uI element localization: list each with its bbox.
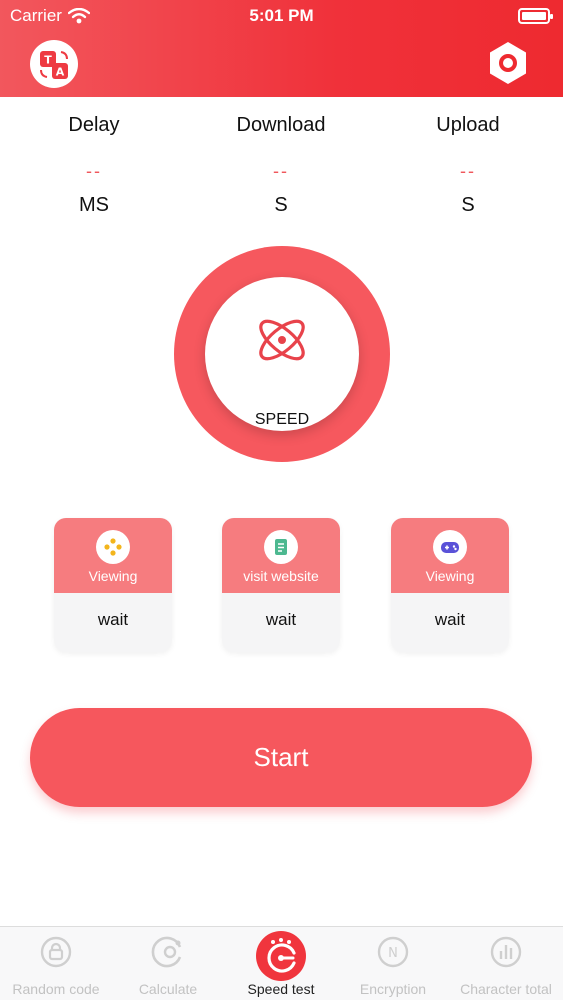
- website-icon: [264, 530, 298, 564]
- card-status: wait: [434, 610, 466, 629]
- stat-download: Download -- S: [187, 110, 375, 220]
- stat-unit: S: [274, 194, 288, 216]
- card-title: Viewing: [425, 568, 475, 584]
- card-header: Viewing: [54, 518, 172, 593]
- stat-unit: MS: [79, 194, 109, 216]
- character-total-icon: [490, 936, 522, 968]
- settings-button[interactable]: [485, 40, 531, 86]
- battery-icon: [518, 8, 553, 24]
- translate-icon: T A: [40, 51, 68, 79]
- card-title: Viewing: [88, 568, 138, 584]
- stat-delay: Delay -- MS: [0, 110, 188, 220]
- svg-text:N: N: [388, 946, 398, 961]
- svg-text:T: T: [44, 54, 52, 67]
- translate-button[interactable]: T A: [30, 40, 78, 88]
- stat-label: Download: [236, 114, 326, 136]
- card-title: visit website: [243, 568, 319, 584]
- encryption-icon: N: [377, 936, 409, 968]
- stat-value: --: [460, 161, 476, 181]
- test-card-website[interactable]: visit website wait: [222, 518, 340, 652]
- tab-label: Character total: [460, 981, 552, 997]
- settings-icon: [490, 42, 526, 84]
- card-header: visit website: [222, 518, 340, 593]
- stat-label: Delay: [68, 114, 120, 136]
- speed-test-icon: [256, 931, 306, 981]
- test-card-gaming[interactable]: Viewing wait: [391, 518, 509, 652]
- random-code-icon: [40, 936, 72, 968]
- calculate-icon: [151, 936, 182, 968]
- svg-text:A: A: [56, 66, 65, 79]
- tab-encryption[interactable]: N Encryption: [337, 927, 449, 1000]
- stat-unit: S: [461, 194, 475, 216]
- app-header: Carrier 5:01 PM T A: [0, 0, 563, 97]
- card-status: wait: [97, 610, 129, 629]
- card-header: Viewing: [391, 518, 509, 593]
- viewing-icon: [96, 530, 130, 564]
- tab-speed-test[interactable]: Speed test: [225, 927, 337, 1000]
- speed-gauge[interactable]: SPEED: [174, 246, 390, 462]
- stat-upload: Upload -- S: [374, 110, 562, 220]
- speed-label: SPEED: [254, 411, 310, 428]
- stat-label: Upload: [436, 114, 500, 136]
- tab-bar: Random code Calculate Speed test N Encry…: [0, 926, 563, 1000]
- stat-value: --: [86, 161, 102, 181]
- atom-icon: [259, 319, 305, 361]
- card-status: wait: [265, 610, 297, 629]
- clock: 5:01 PM: [249, 6, 314, 25]
- speed-gauge-center[interactable]: SPEED: [205, 277, 359, 431]
- tab-character-total[interactable]: Character total: [450, 927, 562, 1000]
- status-bar: Carrier 5:01 PM: [0, 0, 563, 32]
- start-button[interactable]: Start: [30, 708, 532, 807]
- tab-random-code[interactable]: Random code: [0, 927, 112, 1000]
- stat-value: --: [273, 161, 289, 181]
- tab-calculate[interactable]: Calculate: [112, 927, 224, 1000]
- gamepad-icon: [433, 530, 467, 564]
- test-card-viewing[interactable]: Viewing wait: [54, 518, 172, 652]
